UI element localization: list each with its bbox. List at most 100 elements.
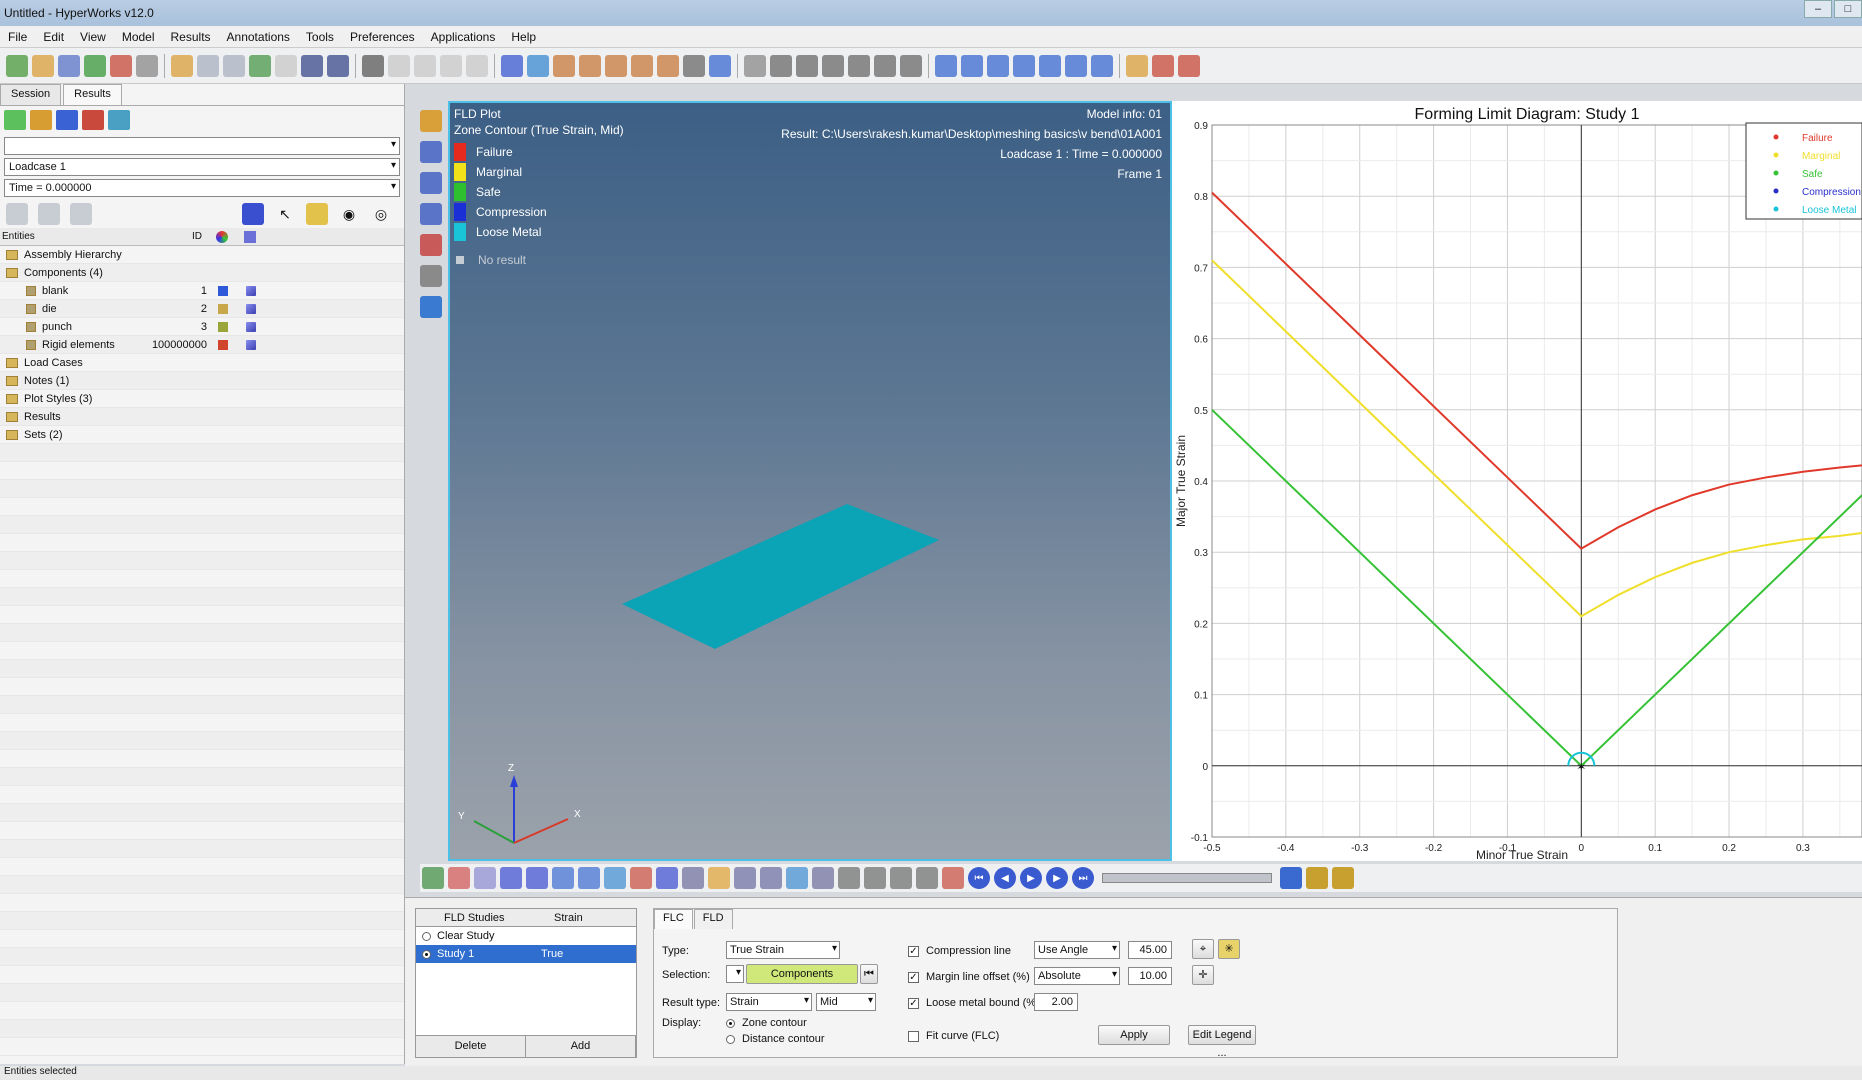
tree-row[interactable]: Plot Styles (3) <box>0 390 404 408</box>
result-tool-icon[interactable] <box>682 867 704 889</box>
toolbar-tool-icon[interactable] <box>1178 54 1200 77</box>
component-color-swatch[interactable] <box>218 303 228 314</box>
forward-button-icon[interactable]: ▶ <box>1046 867 1068 889</box>
result-file-select[interactable] <box>4 137 400 155</box>
settings-icon[interactable] <box>1280 867 1302 889</box>
loose-metal-input[interactable]: 2.00 <box>1034 993 1078 1011</box>
folder-icon[interactable] <box>306 203 328 225</box>
edit-legend-button[interactable]: Edit Legend ... <box>1188 1025 1256 1059</box>
maximize-button[interactable]: □ <box>1834 0 1862 18</box>
id-column[interactable]: ID <box>192 231 202 242</box>
hide-icon[interactable]: ◎ <box>370 203 392 225</box>
result-tool-icon[interactable] <box>864 867 886 889</box>
type-select[interactable]: True Strain <box>726 941 840 959</box>
toolbar-tool-icon[interactable] <box>709 54 731 77</box>
fit-curve-checkbox[interactable] <box>908 1031 919 1042</box>
toolbar-tool-icon[interactable] <box>6 54 28 77</box>
prev-button-icon[interactable]: ⏮ <box>968 867 990 889</box>
fld-chart-panel[interactable]: -0.5 -0.4 -0.3 -0.2 -0.1 0 0.1 0.2 0.3 -0.1 0 0.1 0.… <box>1172 101 1862 862</box>
menu-file[interactable]: File <box>0 30 35 44</box>
toolbar-tool-icon[interactable] <box>848 54 870 77</box>
delete-study-button[interactable]: Delete <box>416 1036 526 1057</box>
result-tool-icon[interactable] <box>786 867 808 889</box>
component-display-icon[interactable] <box>246 303 256 314</box>
fld-viewport[interactable]: FLD Plot Zone Contour (True Strain, Mid)… <box>448 101 1172 861</box>
toolbar-tool-icon[interactable] <box>249 54 271 77</box>
window3-icon[interactable] <box>420 203 442 225</box>
margin-line-checkbox[interactable]: ✓ <box>908 972 919 983</box>
pointer-icon[interactable]: ↖ <box>274 203 296 225</box>
tree-row[interactable]: Components (4) <box>0 264 404 282</box>
margin-offset-input[interactable]: 10.00 <box>1128 967 1172 985</box>
toolbar-tool-icon[interactable] <box>683 54 705 77</box>
toolbar-tool-icon[interactable] <box>822 54 844 77</box>
component-color-swatch[interactable] <box>218 285 228 296</box>
toolbar-tool-icon[interactable] <box>388 54 410 77</box>
result-tool-icon[interactable] <box>812 867 834 889</box>
reset-selection-button[interactable]: ⏮ <box>860 964 878 984</box>
layer-icon[interactable] <box>4 110 26 130</box>
component-display-icon[interactable] <box>246 339 256 350</box>
tab-results[interactable]: Results <box>63 84 122 105</box>
play-button-icon[interactable]: ▶ <box>1020 867 1042 889</box>
toolbar-tool-icon[interactable] <box>770 54 792 77</box>
compression-mode-select[interactable]: Use Angle <box>1034 941 1120 959</box>
result-tool-icon[interactable] <box>916 867 938 889</box>
result-tool-icon[interactable] <box>630 867 652 889</box>
result-tool-icon[interactable] <box>942 867 964 889</box>
menu-help[interactable]: Help <box>503 30 544 44</box>
toolbar-tool-icon[interactable] <box>579 54 601 77</box>
result-tool-icon[interactable] <box>708 867 730 889</box>
result-tool-icon[interactable] <box>890 867 912 889</box>
component-color-swatch[interactable] <box>218 339 228 350</box>
tree-row[interactable]: Sets (2) <box>0 426 404 444</box>
toolbar-tool-icon[interactable] <box>874 54 896 77</box>
tree-row[interactable]: Assembly Hierarchy <box>0 246 404 264</box>
study-radio[interactable] <box>422 931 431 941</box>
study-row[interactable]: Clear Study <box>416 927 636 945</box>
toolbar-tool-icon[interactable] <box>935 54 957 77</box>
toolbar-tool-icon[interactable] <box>1013 54 1035 77</box>
strain-column-header[interactable]: Strain <box>546 912 616 924</box>
menu-edit[interactable]: Edit <box>35 30 72 44</box>
next-button-icon[interactable]: ⏭ <box>1072 867 1094 889</box>
result-tool-icon[interactable] <box>656 867 678 889</box>
apply-button[interactable]: Apply <box>1098 1025 1170 1045</box>
study-radio[interactable] <box>422 949 431 959</box>
fld-plot-icon[interactable] <box>1332 867 1354 889</box>
animation-slider[interactable] <box>1102 873 1272 883</box>
menu-annotations[interactable]: Annotations <box>219 30 298 44</box>
tree-row[interactable]: Notes (1) <box>0 372 404 390</box>
hierarchy-icon[interactable] <box>70 203 92 225</box>
loadcase-select[interactable]: Loadcase 1 <box>4 158 400 176</box>
menu-applications[interactable]: Applications <box>423 30 504 44</box>
monitor-icon[interactable] <box>420 296 442 318</box>
toolbar-tool-icon[interactable] <box>605 54 627 77</box>
tab-session[interactable]: Session <box>0 84 62 105</box>
add-result-icon[interactable] <box>82 110 104 130</box>
toolbar-tool-icon[interactable] <box>136 54 158 77</box>
toolbar-tool-icon[interactable] <box>987 54 1009 77</box>
rewind-button-icon[interactable]: ◀ <box>994 867 1016 889</box>
toolbar-tool-icon[interactable] <box>553 54 575 77</box>
toolbar-tool-icon[interactable] <box>1039 54 1061 77</box>
component-color-swatch[interactable] <box>218 321 228 332</box>
result-tool-icon[interactable] <box>578 867 600 889</box>
display-icon[interactable] <box>242 203 264 225</box>
tree-icon[interactable] <box>38 203 60 225</box>
toolbar-tool-icon[interactable] <box>58 54 80 77</box>
toolbar-tool-icon[interactable] <box>362 54 384 77</box>
entities-column[interactable]: Entities <box>2 231 35 242</box>
toolbar-tool-icon[interactable] <box>275 54 297 77</box>
result-tool-icon[interactable] <box>734 867 756 889</box>
result-tool-icon[interactable] <box>838 867 860 889</box>
margin-mode-select[interactable]: Absolute <box>1034 967 1120 985</box>
result-tool-icon[interactable] <box>500 867 522 889</box>
selection-mode-select[interactable] <box>726 965 744 983</box>
toolbar-tool-icon[interactable] <box>900 54 922 77</box>
menu-view[interactable]: View <box>72 30 114 44</box>
tree-row[interactable]: die 2 <box>0 300 404 318</box>
result-tool-icon[interactable] <box>760 867 782 889</box>
tree-row[interactable]: Results <box>0 408 404 426</box>
toolbar-tool-icon[interactable] <box>1065 54 1087 77</box>
